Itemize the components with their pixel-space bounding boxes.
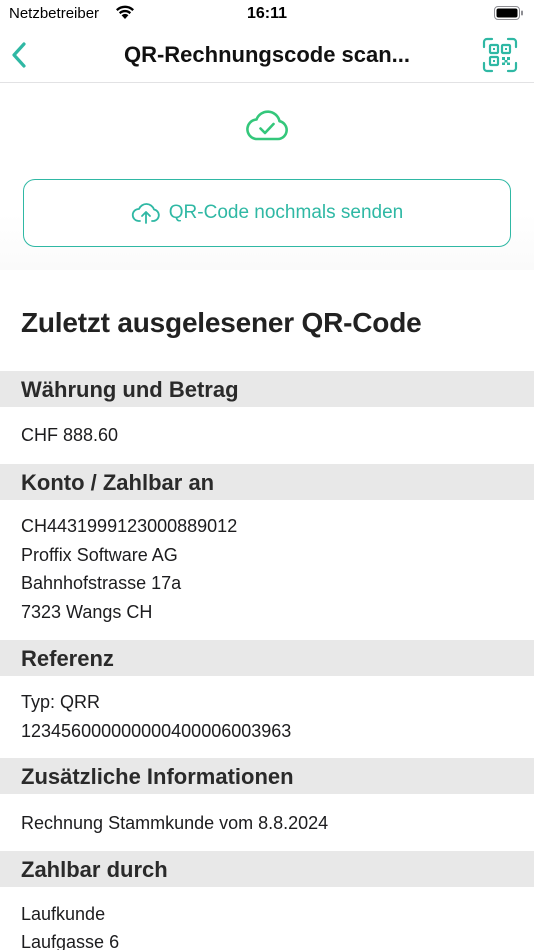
account-name: Proffix Software AG [21, 545, 178, 565]
section-header-reference: Referenz [0, 640, 534, 676]
cloud-check-icon [246, 110, 288, 141]
back-chevron-icon[interactable] [9, 40, 29, 70]
reference-number: 123456000000000400006003963 [21, 721, 292, 741]
section-title: Konto / Zahlbar an [21, 470, 215, 495]
battery-icon [494, 6, 523, 20]
reference-type: Typ: QRR [21, 692, 101, 712]
amount-value: CHF 888.60 [21, 425, 119, 445]
section-header-account: Konto / Zahlbar an [0, 464, 534, 500]
section-title: Zusätzliche Informationen [21, 764, 294, 789]
resend-button-label: QR-Code nochmals senden [168, 202, 404, 223]
account-street: Bahnhofstrasse 17a [21, 573, 182, 593]
status-bar: Netzbetreiber 16:11 [0, 0, 534, 28]
section-heading: Zuletzt ausgelesener QR-Code [21, 307, 422, 338]
navigation-bar: QR-Rechnungscode scan... [0, 28, 534, 83]
qr-scan-icon[interactable] [482, 37, 518, 73]
payer-street: Laufgasse 6 [21, 932, 120, 950]
payer-name: Laufkunde [21, 904, 106, 924]
account-iban: CH4431999123000889012 [21, 516, 238, 536]
section-title: Referenz [21, 646, 114, 671]
section-title: Währung und Betrag [21, 377, 239, 402]
account-city: 7323 Wangs CH [21, 602, 153, 622]
additional-info-value: Rechnung Stammkunde vom 8.8.2024 [21, 813, 329, 833]
section-title: Zahlbar durch [21, 857, 168, 882]
clock: 16:11 [246, 5, 288, 22]
section-header-additional-info: Zusätzliche Informationen [0, 758, 534, 794]
cloud-upload-icon [131, 203, 160, 224]
page-title: QR-Rechnungscode scan... [123, 42, 411, 67]
section-header-currency-amount: Währung und Betrag [0, 371, 534, 407]
section-header-payable-by: Zahlbar durch [0, 851, 534, 887]
resend-qr-code-button[interactable]: QR-Code nochmals senden [23, 179, 511, 247]
